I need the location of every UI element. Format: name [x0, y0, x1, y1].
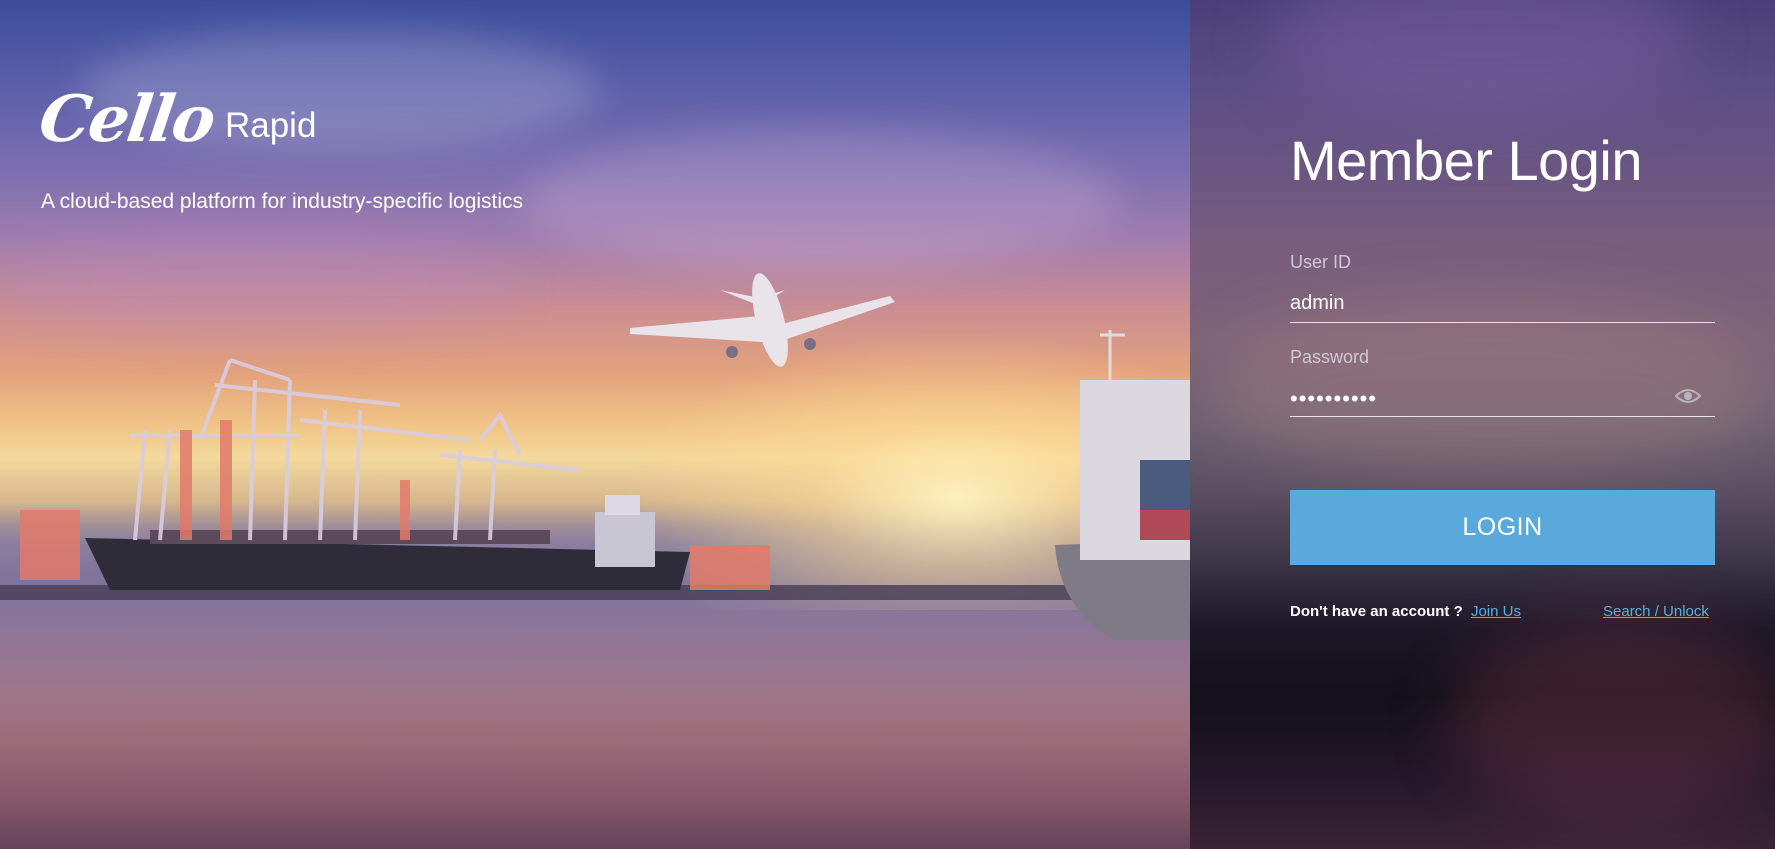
login-button[interactable]: LOGIN	[1290, 490, 1715, 565]
password-underline	[1290, 416, 1715, 417]
tagline: A cloud-based platform for industry-spec…	[41, 190, 524, 213]
password-label: Password	[1290, 347, 1370, 367]
panel-blur	[1270, 0, 1690, 120]
hero-background: Cello Rapid A cloud-based platform for i…	[0, 0, 1190, 849]
user-id-input[interactable]: admin	[1290, 292, 1344, 315]
brand-logo: Cello Rapid	[35, 82, 317, 157]
search-unlock-link[interactable]: Search / Unlock	[1603, 603, 1709, 620]
password-input[interactable]: ••••••••••	[1290, 386, 1377, 412]
page-title: Member Login	[1290, 129, 1642, 192]
panel-blur	[1450, 620, 1775, 820]
eye-icon[interactable]	[1675, 386, 1701, 406]
signup-prompt-text: Don't have an account ?	[1290, 603, 1463, 620]
logo-wordmark: Cello	[34, 82, 219, 157]
product-name: Rapid	[224, 106, 317, 145]
signup-prompt: Don't have an account ? Join Us	[1290, 603, 1521, 620]
user-id-underline	[1290, 322, 1715, 323]
join-us-link[interactable]: Join Us	[1471, 603, 1521, 620]
user-id-label: User ID	[1290, 252, 1352, 272]
